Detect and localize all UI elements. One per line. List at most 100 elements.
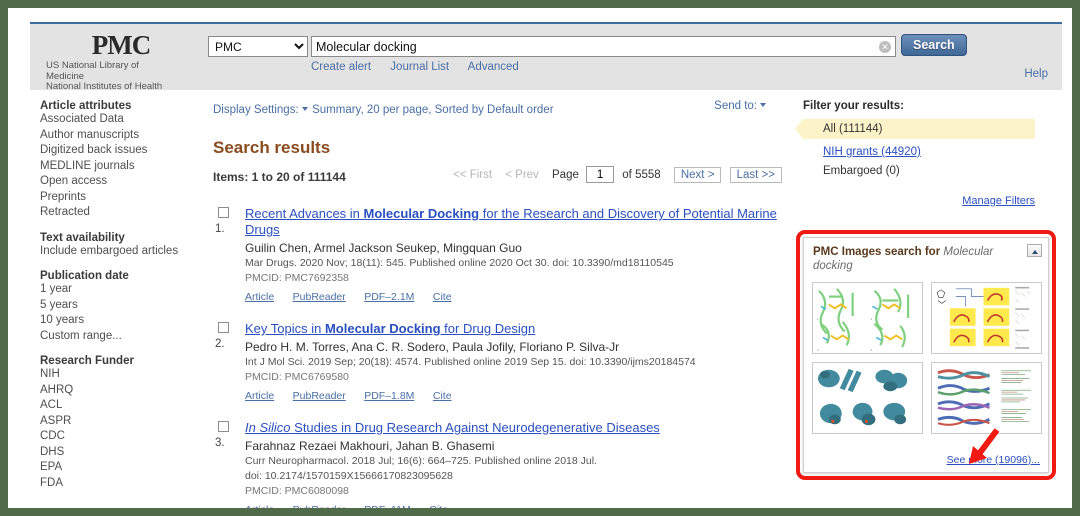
result-title-link[interactable]: Key Topics in Molecular Docking for Drug… <box>245 321 788 337</box>
result-pubreader-link[interactable]: PubReader <box>293 390 346 402</box>
result-checkbox[interactable] <box>218 207 229 218</box>
journal-list-link[interactable]: Journal List <box>390 61 449 73</box>
chevron-down-icon <box>301 107 308 111</box>
result-pubreader-link[interactable]: PubReader <box>293 291 346 303</box>
manage-filters-link[interactable]: Manage Filters <box>962 195 1035 207</box>
result-pdf-link[interactable]: PDF–11M <box>364 504 411 508</box>
display-settings-value: Summary, 20 per page, Sorted by Default … <box>312 104 554 116</box>
sidebar-item-author-manuscripts[interactable]: Author manuscripts <box>40 128 200 144</box>
result-item: 1. Recent Advances in Molecular Docking … <box>213 206 788 305</box>
result-pmcid: PMCID: PMC6080098 <box>245 485 349 497</box>
sidebar-item-ahrq[interactable]: AHRQ <box>40 383 200 399</box>
sidebar-item-5-years[interactable]: 5 years <box>40 298 200 314</box>
advanced-link[interactable]: Advanced <box>468 61 519 73</box>
result-number: 1. <box>215 223 225 235</box>
result-citation: Mar Drugs. 2020 Nov; 18(11): 545. Publis… <box>245 257 674 269</box>
sidebar-item-dhs[interactable]: DHS <box>40 445 200 461</box>
last-page-button[interactable]: Last >> <box>729 166 782 183</box>
header-subnav: Create alert Journal List Advanced <box>311 61 535 73</box>
clear-icon[interactable]: ✕ <box>879 41 891 53</box>
sidebar-item-digitized-back-issues[interactable]: Digitized back issues <box>40 143 200 159</box>
result-links: Article PubReader PDF–11M Cite <box>245 500 788 508</box>
prev-page-button-disabled: < Prev <box>505 168 539 181</box>
result-authors: Farahnaz Rezaei Makhouri, Jahan B. Ghase… <box>245 439 495 453</box>
result-title-link[interactable]: Recent Advances in Molecular Docking for… <box>245 206 788 238</box>
result-item: 2. Key Topics in Molecular Docking for D… <box>213 321 788 404</box>
nlm-subtitle: US National Library of Medicine National… <box>46 60 163 92</box>
result-pubreader-link[interactable]: PubReader <box>293 504 346 508</box>
result-cite-link[interactable]: Cite <box>433 390 452 402</box>
sidebar-item-nih[interactable]: NIH <box>40 367 200 383</box>
page-number-input[interactable] <box>586 166 615 183</box>
result-pmcid: PMCID: PMC7692358 <box>245 272 349 284</box>
result-authors: Guilin Chen, Armel Jackson Seukep, Mingq… <box>245 241 522 255</box>
pmc-logo-text: PMC <box>91 30 151 60</box>
sidebar-group-title: Research Funder <box>40 355 134 367</box>
sidebar-item-fda[interactable]: FDA <box>40 476 200 492</box>
filter-embargoed: Embargoed (0) <box>823 165 900 177</box>
sidebar-group-title: Article attributes <box>40 100 132 112</box>
items-row: Items: 1 to 20 of 111144 << First < Prev… <box>213 166 788 190</box>
next-page-button[interactable]: Next > <box>673 166 722 183</box>
pagination: << First < Prev Page of 5558 Next > Last… <box>453 166 782 183</box>
result-article-link[interactable]: Article <box>245 291 274 303</box>
items-count-label: Items: 1 to 20 of 111144 <box>213 170 346 184</box>
database-select[interactable]: PMC <box>208 36 308 57</box>
result-number: 2. <box>215 338 225 350</box>
sidebar-item-cdc[interactable]: CDC <box>40 429 200 445</box>
pmc-logo[interactable]: PMC US National Library of Medicine Nati… <box>46 28 196 93</box>
sidebar-item-preprints[interactable]: Preprints <box>40 190 200 206</box>
result-links: Article PubReader PDF–1.8M Cite <box>245 386 788 404</box>
sidebar-group-title: Text availability <box>40 231 125 244</box>
create-alert-link[interactable]: Create alert <box>311 61 371 73</box>
sidebar-item-aspr[interactable]: ASPR <box>40 414 200 430</box>
result-checkbox[interactable] <box>218 421 229 432</box>
chevron-down-icon <box>760 103 766 107</box>
display-settings-button[interactable]: Display Settings: <box>213 104 308 116</box>
search-input[interactable] <box>312 37 872 56</box>
result-pdf-link[interactable]: PDF–2.1M <box>364 291 414 303</box>
sidebar-item-1-year[interactable]: 1 year <box>40 282 200 298</box>
sidebar-item-retracted[interactable]: Retracted <box>40 205 200 221</box>
filter-all[interactable]: All (111144) <box>795 119 1035 139</box>
result-article-link[interactable]: Article <box>245 504 274 508</box>
filter-nih-grants-link[interactable]: NIH grants (44920) <box>823 146 921 158</box>
sidebar-item-include-embargoed[interactable]: Include embargoed articles <box>40 244 200 260</box>
result-article-link[interactable]: Article <box>245 390 274 402</box>
filter-nih-grants: NIH grants (44920) <box>803 146 1035 158</box>
display-settings-row: Display Settings: Summary, 20 per page, … <box>213 100 788 120</box>
right-column: Filter your results: All (111144) NIH gr… <box>795 100 1035 209</box>
search-button[interactable]: Search <box>901 34 967 56</box>
help-link[interactable]: Help <box>1024 68 1048 80</box>
result-item: 3. In Silico Studies in Drug Research Ag… <box>213 420 788 508</box>
result-number: 3. <box>215 437 225 449</box>
result-citation: Curr Neuropharmacol. 2018 Jul; 16(6): 66… <box>245 455 597 467</box>
sidebar-item-open-access[interactable]: Open access <box>40 174 200 190</box>
send-to-button[interactable]: Send to: <box>714 100 766 112</box>
result-title-link[interactable]: In Silico Studies in Drug Research Again… <box>245 420 788 436</box>
pmc-page: PMC US National Library of Medicine Nati… <box>8 8 1072 508</box>
result-doi: doi: 10.2174/1570159X15666170823095628 <box>245 470 453 482</box>
sidebar-item-10-years[interactable]: 10 years <box>40 313 200 329</box>
site-header: PMC US National Library of Medicine Nati… <box>30 22 1062 93</box>
result-cite-link[interactable]: Cite <box>429 504 448 508</box>
red-highlight-annotation <box>796 230 1056 480</box>
result-pdf-link[interactable]: PDF–1.8M <box>364 390 414 402</box>
result-checkbox[interactable] <box>218 322 229 333</box>
first-page-button-disabled: << First <box>453 168 493 181</box>
sidebar-item-acl[interactable]: ACL <box>40 398 200 414</box>
manage-filters-row: Manage Filters <box>803 191 1035 209</box>
filters-sidebar: Article attributes Associated Data Autho… <box>40 100 200 491</box>
sidebar-item-epa[interactable]: EPA <box>40 460 200 476</box>
result-pmcid: PMCID: PMC6769580 <box>245 371 349 383</box>
sidebar-item-custom-range[interactable]: Custom range... <box>40 329 200 345</box>
page-title: Search results <box>213 138 331 157</box>
sidebar-item-medline-journals[interactable]: MEDLINE journals <box>40 159 200 175</box>
result-links: Article PubReader PDF–2.1M Cite <box>245 287 788 305</box>
page-label: Page <box>552 168 579 181</box>
sidebar-item-associated-data[interactable]: Associated Data <box>40 112 200 128</box>
result-cite-link[interactable]: Cite <box>433 291 452 303</box>
total-pages-label: of 5558 <box>622 168 661 181</box>
results-column: Display Settings: Summary, 20 per page, … <box>213 100 788 508</box>
search-field-wrap: ✕ <box>311 36 896 57</box>
